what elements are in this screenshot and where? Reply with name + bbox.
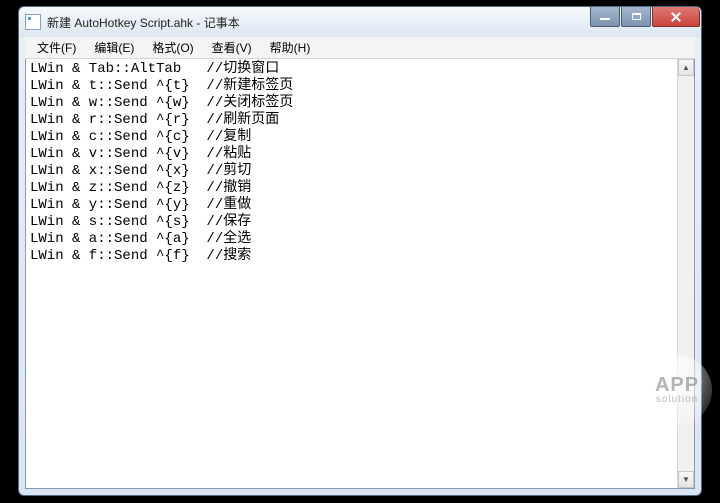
- app-icon: [25, 14, 41, 30]
- client-area: LWin & Tab::AltTab //切换窗口 LWin & t::Send…: [25, 59, 695, 489]
- titlebar[interactable]: 新建 AutoHotkey Script.ahk - 记事本: [19, 7, 701, 37]
- scroll-down-button[interactable]: ▼: [678, 471, 694, 488]
- maximize-icon: [632, 13, 641, 20]
- minimize-icon: [600, 18, 610, 20]
- menu-edit[interactable]: 编辑(E): [86, 37, 142, 58]
- menu-file[interactable]: 文件(F): [29, 37, 84, 58]
- close-icon: [670, 11, 682, 23]
- menu-help[interactable]: 帮助(H): [262, 37, 319, 58]
- menu-view[interactable]: 查看(V): [204, 37, 260, 58]
- scroll-track[interactable]: [678, 76, 694, 471]
- window-controls: [590, 7, 700, 27]
- menubar: 文件(F) 编辑(E) 格式(O) 查看(V) 帮助(H): [25, 37, 695, 59]
- vertical-scrollbar[interactable]: ▲ ▼: [677, 59, 694, 488]
- scroll-up-button[interactable]: ▲: [678, 59, 694, 76]
- menu-format[interactable]: 格式(O): [144, 37, 201, 58]
- close-button[interactable]: [652, 7, 700, 27]
- text-editor[interactable]: LWin & Tab::AltTab //切换窗口 LWin & t::Send…: [26, 59, 694, 267]
- minimize-button[interactable]: [590, 7, 620, 27]
- notepad-window: 新建 AutoHotkey Script.ahk - 记事本 文件(F) 编辑(…: [18, 6, 702, 496]
- maximize-button[interactable]: [621, 7, 651, 27]
